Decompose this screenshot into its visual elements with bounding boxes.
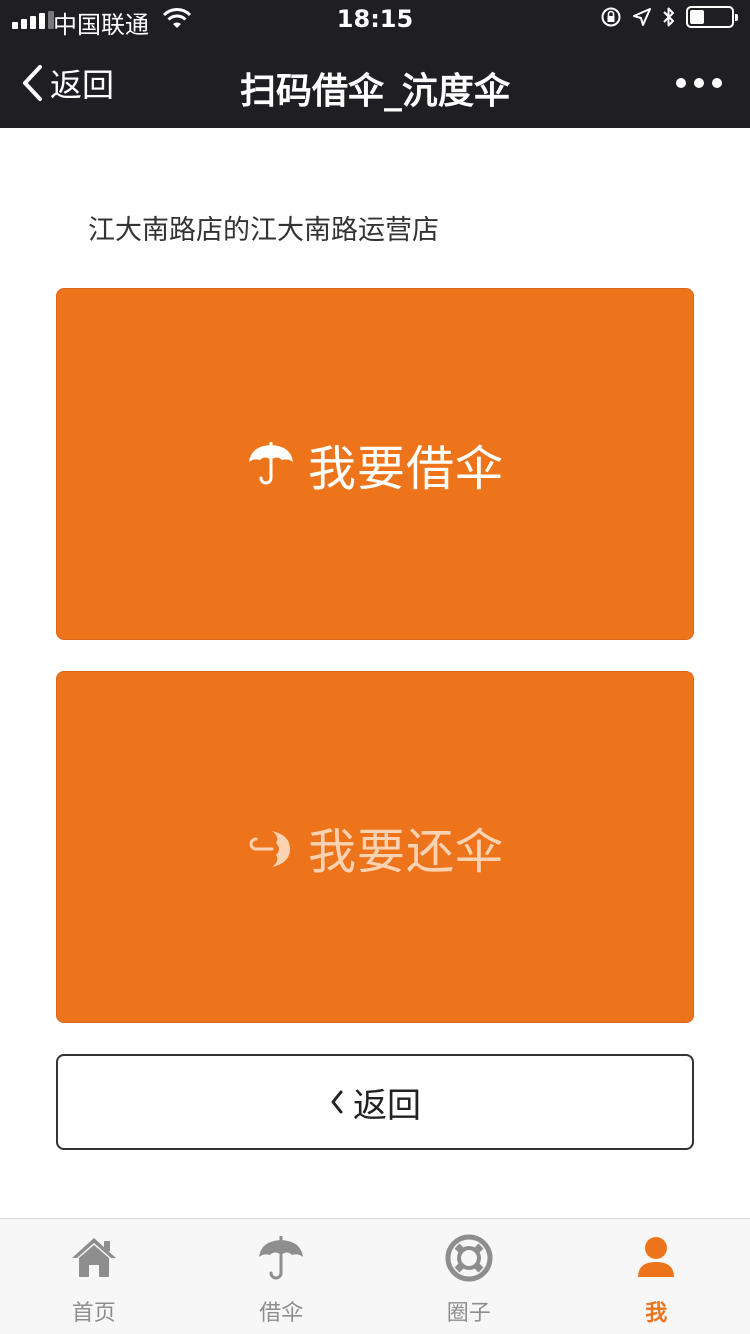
dot-icon [676, 78, 686, 88]
borrow-umbrella-label: 我要借伞 [307, 441, 504, 497]
chevron-left-icon [331, 1090, 343, 1114]
borrow-umbrella-button[interactable]: 我要借伞 [56, 288, 694, 640]
bluetooth-icon [663, 7, 674, 27]
umbrella-return-icon [249, 831, 290, 867]
more-options-button[interactable] [676, 78, 722, 88]
person-icon [638, 1237, 675, 1277]
return-umbrella-label: 我要还伞 [307, 824, 504, 880]
navigation-bar: 返回 扫码借伞_沆度伞 [0, 40, 750, 128]
tab-circle-label: 圈子 [446, 1301, 491, 1326]
page-title: 扫码借伞_沆度伞 [239, 71, 510, 112]
tab-bar: 首页 借伞 圈子 我 [0, 1218, 750, 1334]
back-button[interactable]: 返回 [56, 1054, 694, 1150]
tab-circle[interactable]: 圈子 [375, 1219, 563, 1334]
rotation-lock-icon [601, 7, 621, 27]
dot-icon [694, 78, 704, 88]
lifebuoy-icon [445, 1234, 493, 1282]
back-button-label: 返回 [353, 1085, 421, 1126]
tab-me-label: 我 [645, 1301, 668, 1326]
tab-me[interactable]: 我 [563, 1219, 750, 1334]
return-umbrella-button[interactable]: 我要还伞 [56, 671, 694, 1023]
top-bar: 中国联通 18:15 返回 扫码借伞_沆度伞 [0, 0, 750, 128]
tab-borrow[interactable]: 借伞 [188, 1219, 376, 1334]
umbrella-icon [248, 442, 293, 485]
battery-icon [686, 6, 738, 28]
dot-icon [712, 78, 722, 88]
umbrella-icon [259, 1236, 304, 1280]
location-icon [633, 8, 651, 26]
store-name: 江大南路店的江大南路运营店 [88, 215, 439, 246]
tab-home-label: 首页 [71, 1301, 116, 1326]
tab-home[interactable]: 首页 [0, 1219, 188, 1334]
home-icon [71, 1238, 116, 1277]
status-bar: 中国联通 18:15 [0, 0, 750, 40]
tab-borrow-label: 借伞 [259, 1301, 304, 1326]
